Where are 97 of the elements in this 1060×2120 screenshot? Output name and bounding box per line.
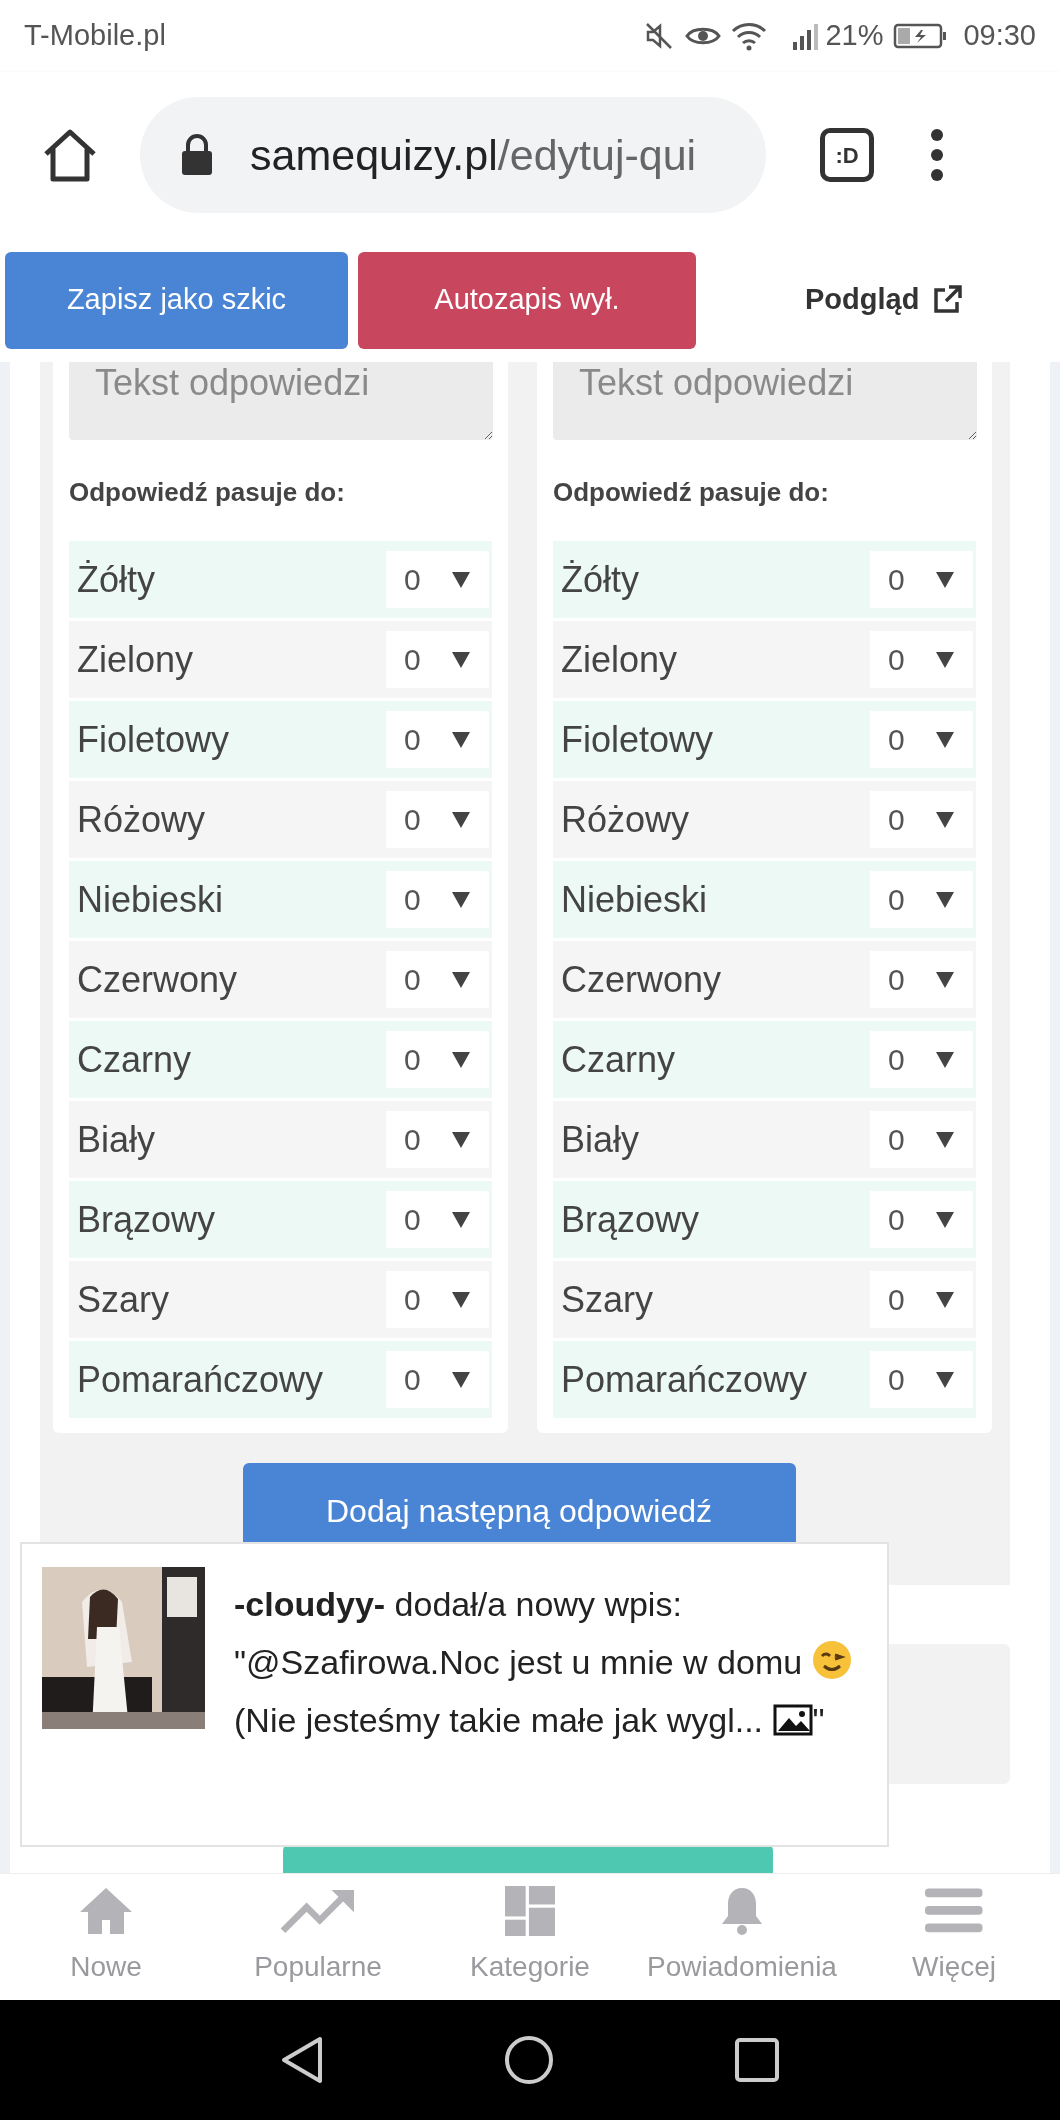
grid-icon: [505, 1886, 555, 1936]
recents-icon[interactable]: [734, 2037, 780, 2083]
color-name: Żółty: [561, 557, 639, 602]
score-select[interactable]: 0: [870, 551, 973, 608]
notification-popup[interactable]: -cloudyy- dodał/a nowy wpis: "@Szafirowa.Noc jest u mnie w domu (Nie jesteśmy takie małe jak wygl... ": [20, 1542, 889, 1847]
dropdown-arrow-icon: [451, 1050, 471, 1069]
home-icon: [78, 1886, 134, 1936]
color-name: Biały: [561, 1117, 640, 1162]
color-name: Fioletowy: [561, 717, 714, 762]
battery-percent: 21%: [825, 18, 884, 54]
color-name: Czarny: [77, 1037, 192, 1082]
score-select[interactable]: 0: [386, 1351, 489, 1408]
answer-field[interactable]: Tekst odpowiedzi: [69, 362, 493, 440]
url-text: samequizy.pl/edytuj-qui: [250, 129, 697, 181]
score-select[interactable]: 0: [870, 951, 973, 1008]
dropdown-arrow-icon: [451, 570, 471, 589]
dropdown-arrow-icon: [935, 1210, 955, 1229]
clock-time: 09:30: [963, 18, 1036, 54]
color-name: Zielony: [77, 637, 194, 682]
tab-switcher-button[interactable]: :D: [820, 128, 874, 182]
score-select[interactable]: 0: [386, 1111, 489, 1168]
score-select[interactable]: 0: [870, 871, 973, 928]
dropdown-arrow-icon: [935, 1050, 955, 1069]
dropdown-arrow-icon: [935, 1130, 955, 1149]
color-name: Niebieski: [77, 877, 224, 922]
notification-text: ": [812, 1701, 825, 1739]
dropdown-arrow-icon: [451, 1370, 471, 1389]
color-name: Brązowy: [561, 1197, 700, 1242]
dropdown-arrow-icon: [935, 890, 955, 909]
color-name: Żółty: [77, 557, 155, 602]
home-icon[interactable]: [42, 128, 98, 182]
color-name: Niebieski: [561, 877, 708, 922]
dropdown-arrow-icon: [451, 1290, 471, 1309]
color-name: Brązowy: [77, 1197, 216, 1242]
address-bar[interactable]: samequizy.pl/edytuj-qui: [140, 97, 766, 213]
score-select[interactable]: 0: [386, 1031, 489, 1088]
answer-field[interactable]: Tekst odpowiedzi: [553, 362, 977, 440]
color-name: Różowy: [77, 797, 206, 842]
image-icon: [772, 1704, 813, 1736]
dropdown-arrow-icon: [935, 970, 955, 989]
wink-emoji-icon: [811, 1640, 852, 1680]
dropdown-arrow-icon: [451, 1210, 471, 1229]
color-name: Różowy: [561, 797, 690, 842]
notification-text: (Nie jesteśmy takie małe jak wygl...: [234, 1701, 764, 1739]
dropdown-arrow-icon: [935, 810, 955, 829]
dropdown-arrow-icon: [935, 1290, 955, 1309]
dropdown-arrow-icon: [451, 730, 471, 749]
menu-icon[interactable]: [930, 128, 944, 182]
back-icon[interactable]: [280, 2035, 324, 2085]
score-select[interactable]: 0: [870, 1111, 973, 1168]
score-select[interactable]: 0: [386, 1191, 489, 1248]
dropdown-arrow-icon: [451, 650, 471, 669]
score-select[interactable]: 0: [870, 631, 973, 688]
lock-icon: [180, 134, 214, 176]
bell-icon: [719, 1886, 765, 1936]
score-select[interactable]: 0: [870, 1351, 973, 1408]
dropdown-arrow-icon: [451, 890, 471, 909]
color-name: Czarny: [561, 1037, 676, 1082]
score-select[interactable]: 0: [386, 871, 489, 928]
color-name: Szary: [561, 1277, 654, 1322]
color-name: Czerwony: [77, 957, 238, 1002]
color-name: Szary: [77, 1277, 170, 1322]
score-select[interactable]: 0: [870, 791, 973, 848]
score-select[interactable]: 0: [870, 1031, 973, 1088]
score-select[interactable]: 0: [386, 711, 489, 768]
autosave-button[interactable]: Autozapis wył.: [358, 251, 696, 349]
save-draft-button[interactable]: Zapisz jako szkic: [5, 251, 348, 349]
dropdown-arrow-icon: [935, 1370, 955, 1389]
score-select[interactable]: 0: [870, 1271, 973, 1328]
score-select[interactable]: 0: [870, 711, 973, 768]
score-select[interactable]: 0: [386, 1271, 489, 1328]
notification-text: -cloudyy- dodał/a nowy wpis: "@Szafirowa.Noc jest u mnie w domu: [234, 1585, 803, 1681]
carrier-name: T-Mobile.pl: [24, 18, 166, 54]
color-name: Czerwony: [561, 957, 722, 1002]
dropdown-arrow-icon: [935, 730, 955, 749]
home-button-icon[interactable]: [504, 2035, 554, 2085]
score-select[interactable]: 0: [386, 551, 489, 608]
score-select[interactable]: 0: [870, 1191, 973, 1248]
dropdown-arrow-icon: [451, 810, 471, 829]
battery-icon: [893, 22, 948, 50]
dropdown-arrow-icon: [935, 570, 955, 589]
color-name: Zielony: [561, 637, 678, 682]
color-name: Biały: [77, 1117, 156, 1162]
score-select[interactable]: 0: [386, 631, 489, 688]
color-name: Pomarańczowy: [77, 1357, 324, 1402]
match-label: Odpowiedź pasuje do:: [69, 476, 346, 509]
score-select[interactable]: 0: [386, 791, 489, 848]
dropdown-arrow-icon: [935, 650, 955, 669]
dropdown-arrow-icon: [451, 970, 471, 989]
score-select[interactable]: 0: [386, 951, 489, 1008]
preview-link[interactable]: Podgląd: [805, 278, 920, 322]
wifi-icon: [731, 21, 768, 51]
external-link-icon: [931, 284, 964, 316]
color-name: Pomarańczowy: [561, 1357, 808, 1402]
color-name: Fioletowy: [77, 717, 230, 762]
dropdown-arrow-icon: [451, 1130, 471, 1149]
match-label: Odpowiedź pasuje do:: [553, 476, 830, 509]
